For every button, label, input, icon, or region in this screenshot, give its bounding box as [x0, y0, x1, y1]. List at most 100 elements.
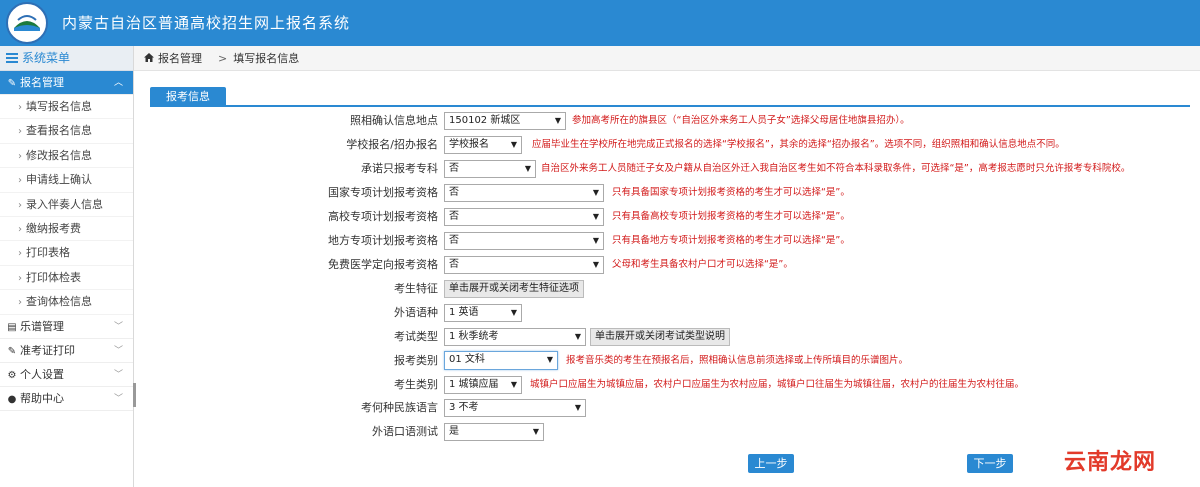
breadcrumb-separator: >	[218, 52, 228, 65]
sidebar-item-label: 查看报名信息	[26, 124, 92, 138]
chevron-down-icon: ﹀	[113, 369, 123, 380]
caret-down-icon: ▼	[524, 164, 531, 173]
select-value: 学校报名	[449, 139, 489, 150]
sidebar-item-label: 打印体检表	[26, 270, 81, 284]
label-university-special: 高校专项计划报考资格	[328, 210, 438, 223]
label-photo-location: 照相确认信息地点	[350, 114, 438, 127]
sidebar-group-registration[interactable]: ✎ 报名管理 ︿	[0, 71, 133, 95]
select-national-special[interactable]: 否 ▼	[444, 184, 604, 202]
logo-emblem-icon	[10, 6, 44, 40]
music-book-icon: ▤	[7, 321, 17, 333]
hint-registration-mode: 应届毕业生在学校所在地完成正式报名的选择“学校报名”，其余的选择“招办报名”。选…	[532, 139, 1065, 150]
select-student-type[interactable]: 1 城镇应届 ▼	[444, 376, 522, 394]
label-college-only: 承诺只报考专科	[361, 162, 438, 175]
breadcrumb: 报名管理 > 填写报名信息	[134, 46, 1200, 71]
sidebar-scroll-handle[interactable]	[133, 383, 136, 407]
sidebar-item-accompanist[interactable]: › 录入伴奏人信息	[0, 193, 133, 217]
sidebar-group-admission-ticket[interactable]: ✎ 准考证打印 ﹀	[0, 339, 133, 363]
sidebar-item-label: 录入伴奏人信息	[26, 197, 103, 211]
caret-down-icon: ▼	[592, 212, 599, 221]
select-college-only[interactable]: 否 ▼	[444, 160, 536, 178]
chevron-up-icon: ︿	[113, 78, 123, 88]
sidebar-group-music[interactable]: ▤ 乐谱管理 ﹀	[0, 315, 133, 339]
sidebar-item-label: 打印表格	[26, 246, 70, 260]
gear-icon: ⚙	[7, 369, 17, 381]
chevron-right-icon: ›	[18, 150, 22, 162]
label-student-feature: 考生特征	[394, 282, 438, 295]
tab-underline	[150, 105, 1190, 107]
next-step-button[interactable]: 下一步	[967, 454, 1013, 473]
sidebar-item-fill-info[interactable]: › 填写报名信息	[0, 95, 133, 120]
select-local-special[interactable]: 否 ▼	[444, 232, 604, 250]
select-exam-type[interactable]: 1 秋季统考 ▼	[444, 328, 586, 346]
sidebar-group-help[interactable]: ● 帮助中心 ﹀	[0, 387, 133, 411]
sidebar-group-label: 乐谱管理	[20, 319, 64, 333]
chevron-right-icon: ›	[18, 126, 22, 138]
hint-free-medical: 父母和考生具备农村户口才可以选择“是”。	[612, 259, 793, 270]
sidebar-group-label: 准考证打印	[20, 343, 75, 357]
chevron-down-icon: ﹀	[113, 393, 123, 404]
caret-down-icon: ▼	[592, 260, 599, 269]
sidebar-item-label: 填写报名信息	[26, 100, 92, 113]
select-photo-location[interactable]: 150102 新城区 ▼	[444, 112, 566, 130]
chevron-right-icon: ›	[18, 223, 22, 235]
label-student-type: 考生类别	[394, 378, 438, 391]
toggle-feature-button[interactable]: 单击展开或关闭考生特征选项	[444, 280, 584, 298]
select-value: 1 城镇应届	[449, 379, 499, 390]
chevron-right-icon: ›	[18, 102, 22, 113]
label-free-medical: 免费医学定向报考资格	[328, 258, 438, 271]
caret-down-icon: ▼	[546, 355, 553, 364]
home-icon	[144, 46, 154, 71]
select-value: 3 不考	[449, 402, 479, 413]
sidebar-item-edit-info[interactable]: › 修改报名信息	[0, 144, 133, 169]
sidebar-item-label: 申请线上确认	[26, 173, 92, 187]
select-value: 否	[449, 235, 459, 246]
caret-down-icon: ▼	[510, 380, 517, 389]
sidebar-item-pay-fee[interactable]: › 缴纳报考费	[0, 217, 133, 242]
select-free-medical[interactable]: 否 ▼	[444, 256, 604, 274]
caret-down-icon: ▼	[510, 308, 517, 317]
sidebar-heading: 系统菜单	[0, 46, 133, 71]
select-value: 否	[449, 259, 459, 270]
select-oral-test[interactable]: 是 ▼	[444, 423, 544, 441]
breadcrumb-current: 填写报名信息	[233, 52, 300, 65]
breadcrumb-root[interactable]: 报名管理	[158, 52, 202, 65]
sidebar-item-view-info[interactable]: › 查看报名信息	[0, 119, 133, 144]
select-foreign-language[interactable]: 1 英语 ▼	[444, 304, 522, 322]
sidebar-item-query-medical[interactable]: › 查询体检信息	[0, 290, 133, 315]
label-oral-test: 外语口语测试	[372, 425, 438, 438]
toggle-exam-type-button[interactable]: 单击展开或关闭考试类型说明	[590, 328, 730, 346]
hint-photo-location: 参加高考所在的旗县区（“自治区外来务工人员子女”选择父母居住地旗县招办）。	[572, 115, 910, 126]
menu-list-icon	[6, 53, 18, 63]
caret-down-icon: ▼	[532, 427, 539, 436]
select-application-category[interactable]: 01 文科 ▼	[444, 351, 558, 370]
label-application-category: 报考类别	[394, 354, 438, 367]
select-value: 1 秋季统考	[449, 331, 499, 342]
sidebar-item-print-forms[interactable]: › 打印表格	[0, 241, 133, 266]
hint-local-special: 只有具备地方专项计划报考资格的考生才可以选择“是”。	[612, 235, 850, 246]
label-registration-mode: 学校报名/招办报名	[346, 138, 438, 151]
sidebar-item-print-medical[interactable]: › 打印体检表	[0, 266, 133, 291]
sidebar-item-label: 修改报名信息	[26, 148, 92, 162]
edit-icon: ✎	[7, 78, 17, 89]
sidebar-group-label: 报名管理	[20, 76, 64, 89]
edit-icon: ✎	[7, 345, 17, 357]
prev-step-button[interactable]: 上一步	[748, 454, 794, 473]
tab-application-info[interactable]: 报考信息	[150, 87, 226, 107]
chevron-down-icon: ﹀	[113, 345, 123, 356]
caret-down-icon: ▼	[592, 188, 599, 197]
sidebar-heading-label: 系统菜单	[22, 51, 71, 65]
select-value: 01 文科	[449, 354, 485, 365]
hint-national-special: 只有具备国家专项计划报考资格的考生才可以选择“是”。	[612, 187, 850, 198]
select-value: 150102 新城区	[449, 115, 521, 126]
hint-college-only: 自治区外来务工人员随迁子女及户籍从自治区外迁入我自治区考生如不符合本科录取条件，…	[541, 163, 1131, 174]
app-header: 内蒙古自治区普通高校招生网上报名系统	[0, 0, 1200, 46]
label-exam-type: 考试类型	[394, 330, 438, 343]
sidebar-item-online-confirm[interactable]: › 申请线上确认	[0, 168, 133, 193]
select-registration-mode[interactable]: 学校报名 ▼	[444, 136, 522, 154]
select-value: 否	[449, 163, 459, 174]
chevron-right-icon: ›	[18, 297, 22, 309]
select-ethnic-language[interactable]: 3 不考 ▼	[444, 399, 586, 417]
select-university-special[interactable]: 否 ▼	[444, 208, 604, 226]
sidebar-group-settings[interactable]: ⚙ 个人设置 ﹀	[0, 363, 133, 387]
